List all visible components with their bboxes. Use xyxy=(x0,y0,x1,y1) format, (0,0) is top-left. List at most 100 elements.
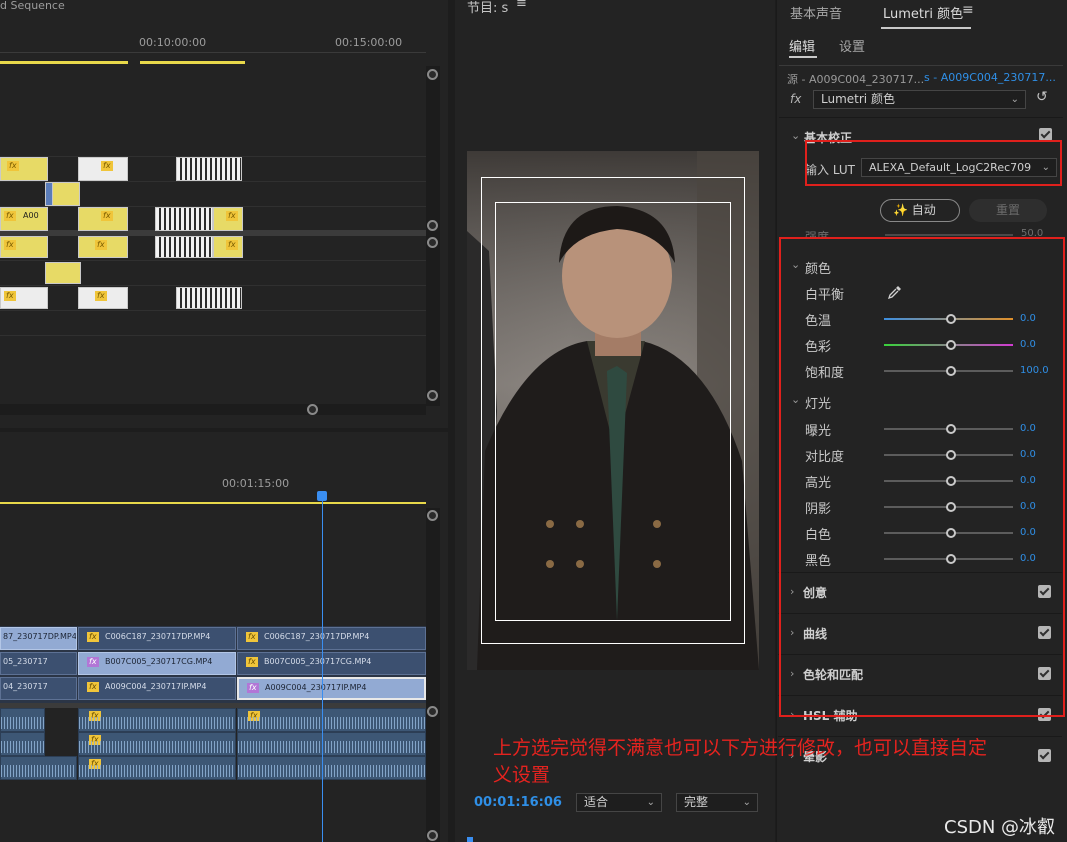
clip-name: 05_230717 xyxy=(3,657,48,666)
section-checkbox[interactable] xyxy=(1038,749,1051,762)
hamburger-icon[interactable]: ≡ xyxy=(516,0,527,11)
timeline-clip[interactable]: fx xyxy=(78,207,128,231)
fx-badge: fx xyxy=(247,683,259,693)
chevron-down-icon[interactable]: ⌄ xyxy=(791,129,800,142)
audio-waveform xyxy=(1,765,76,777)
video-clip[interactable]: fx C006C187_230717DP.MP4 xyxy=(237,627,426,650)
active-subtab-underline xyxy=(789,56,817,58)
ruler-baseline xyxy=(0,52,426,53)
divider xyxy=(779,117,1063,118)
audio-clip[interactable]: fx xyxy=(78,236,128,258)
vertical-scrollbar[interactable] xyxy=(426,66,440,406)
audio-clip[interactable]: fx xyxy=(78,756,236,780)
clip-name: 04_230717 xyxy=(3,682,48,691)
render-bar-2 xyxy=(140,61,245,64)
clip-name: A009C004_230717IP.MP4 xyxy=(105,682,207,691)
timeline-clip[interactable] xyxy=(52,182,80,206)
audio-clip[interactable] xyxy=(176,287,242,309)
mini-playhead[interactable] xyxy=(467,837,473,842)
scroll-handle[interactable] xyxy=(427,706,438,717)
divider xyxy=(779,65,1063,66)
chevron-down-icon: ⌄ xyxy=(646,797,655,808)
audio-clip[interactable]: fx xyxy=(78,708,236,732)
video-clip[interactable]: fx B007C005_230717CG.MP4 xyxy=(78,652,236,675)
playhead-line[interactable] xyxy=(322,498,323,842)
track-divider xyxy=(0,285,426,286)
tab-essential-sound[interactable]: 基本声音 xyxy=(790,3,842,22)
effect-select[interactable]: Lumetri 颜色 ⌄ xyxy=(813,90,1026,109)
audio-clip[interactable]: fx xyxy=(237,708,426,732)
timeline-clip[interactable]: fx xyxy=(78,157,128,181)
scroll-handle[interactable] xyxy=(427,510,438,521)
fx-badge: fx xyxy=(7,161,19,171)
clip-label: A00 xyxy=(23,211,39,220)
fx-badge: fx xyxy=(87,657,99,667)
timeline-clip[interactable]: fx A00 xyxy=(0,207,48,231)
annotation-box-params xyxy=(779,237,1065,717)
video-clip[interactable]: fx B007C005_230717CG.MP4 xyxy=(237,652,426,675)
audio-waveform xyxy=(79,717,235,729)
audio-clip[interactable]: fx xyxy=(78,732,236,756)
zoom-select[interactable]: 适合 ⌄ xyxy=(576,793,662,812)
audio-clip[interactable] xyxy=(0,708,45,732)
audio-waveform xyxy=(79,741,235,753)
timeline-clip[interactable] xyxy=(176,157,242,181)
auto-button[interactable]: ✨ 自动 xyxy=(880,199,960,222)
fx-badge: fx xyxy=(87,682,99,692)
video-clip[interactable]: 05_230717 xyxy=(0,652,77,675)
clip-name: 87_230717DP.MP4 xyxy=(3,632,77,641)
audio-waveform xyxy=(1,717,44,729)
video-clip[interactable]: fx A009C004_230717IP.MP4 xyxy=(78,677,236,700)
timeline-clip[interactable] xyxy=(155,207,213,231)
hamburger-icon[interactable]: ≡ xyxy=(962,2,974,18)
clip-name: C006C187_230717DP.MP4 xyxy=(264,632,370,641)
audio-clip[interactable] xyxy=(0,732,45,756)
timeline-clip[interactable]: fx xyxy=(0,157,48,181)
vertical-scrollbar[interactable] xyxy=(426,508,440,842)
fx-badge: fx xyxy=(226,240,238,250)
reset-button-label: 重置 xyxy=(995,203,1020,217)
audio-clip[interactable]: fx xyxy=(0,287,48,309)
ruler-time-2: 00:15:00:00 xyxy=(335,36,403,49)
work-area-bar[interactable] xyxy=(0,502,426,504)
scroll-handle[interactable] xyxy=(427,830,438,841)
timeline-clip[interactable]: fx xyxy=(213,207,243,231)
scroll-handle[interactable] xyxy=(307,404,318,415)
audio-clip[interactable] xyxy=(155,236,213,258)
video-clip[interactable]: 04_230717 xyxy=(0,677,77,700)
playhead-timecode[interactable]: 00:01:16:06 xyxy=(474,795,562,810)
quality-select[interactable]: 完整 ⌄ xyxy=(676,793,758,812)
video-clip-selected[interactable]: fx A009C004_230717IP.MP4 xyxy=(237,677,426,700)
tab-edit[interactable]: 编辑 xyxy=(789,36,815,55)
horizontal-scrollbar[interactable] xyxy=(0,404,426,415)
fx-badge: fx xyxy=(95,240,107,250)
reset-button[interactable]: 重置 xyxy=(969,199,1047,222)
audio-clip[interactable] xyxy=(237,732,426,756)
fx-badge: fx xyxy=(4,240,16,250)
sequence-title: d Sequence xyxy=(0,0,65,12)
video-clip[interactable]: 87_230717DP.MP4 xyxy=(0,627,77,650)
tab-settings[interactable]: 设置 xyxy=(839,36,865,55)
audio-clip[interactable]: fx xyxy=(0,236,48,258)
fx-icon: fx xyxy=(790,92,802,106)
sequence-clip-label[interactable]: s - A009C004_230717... xyxy=(924,71,1056,84)
video-clip[interactable]: fx C006C187_230717DP.MP4 xyxy=(78,627,236,650)
scroll-handle[interactable] xyxy=(427,390,438,401)
audio-clip[interactable] xyxy=(45,262,81,284)
program-video-frame[interactable] xyxy=(467,151,759,670)
scroll-handle[interactable] xyxy=(427,69,438,80)
fx-badge: fx xyxy=(101,161,113,171)
intensity-slider[interactable] xyxy=(885,234,1013,236)
audio-clip[interactable]: fx xyxy=(213,236,243,258)
tab-lumetri-color[interactable]: Lumetri 颜色 xyxy=(883,3,963,22)
scroll-handle[interactable] xyxy=(427,237,438,248)
scroll-handle[interactable] xyxy=(427,220,438,231)
effect-select-value: Lumetri 颜色 xyxy=(821,92,895,106)
audio-clip[interactable] xyxy=(0,756,77,780)
sequence-timeline-top: d Sequence 00:10:00:00 00:15:00:00 fx fx… xyxy=(0,0,448,428)
chevron-down-icon: ⌄ xyxy=(1010,94,1019,105)
audio-clip[interactable]: fx xyxy=(78,287,128,309)
audio-clip[interactable] xyxy=(237,756,426,780)
source-clip-label[interactable]: 源 - A009C004_230717... xyxy=(787,71,924,87)
reset-effect-icon[interactable]: ↺ xyxy=(1036,89,1048,105)
